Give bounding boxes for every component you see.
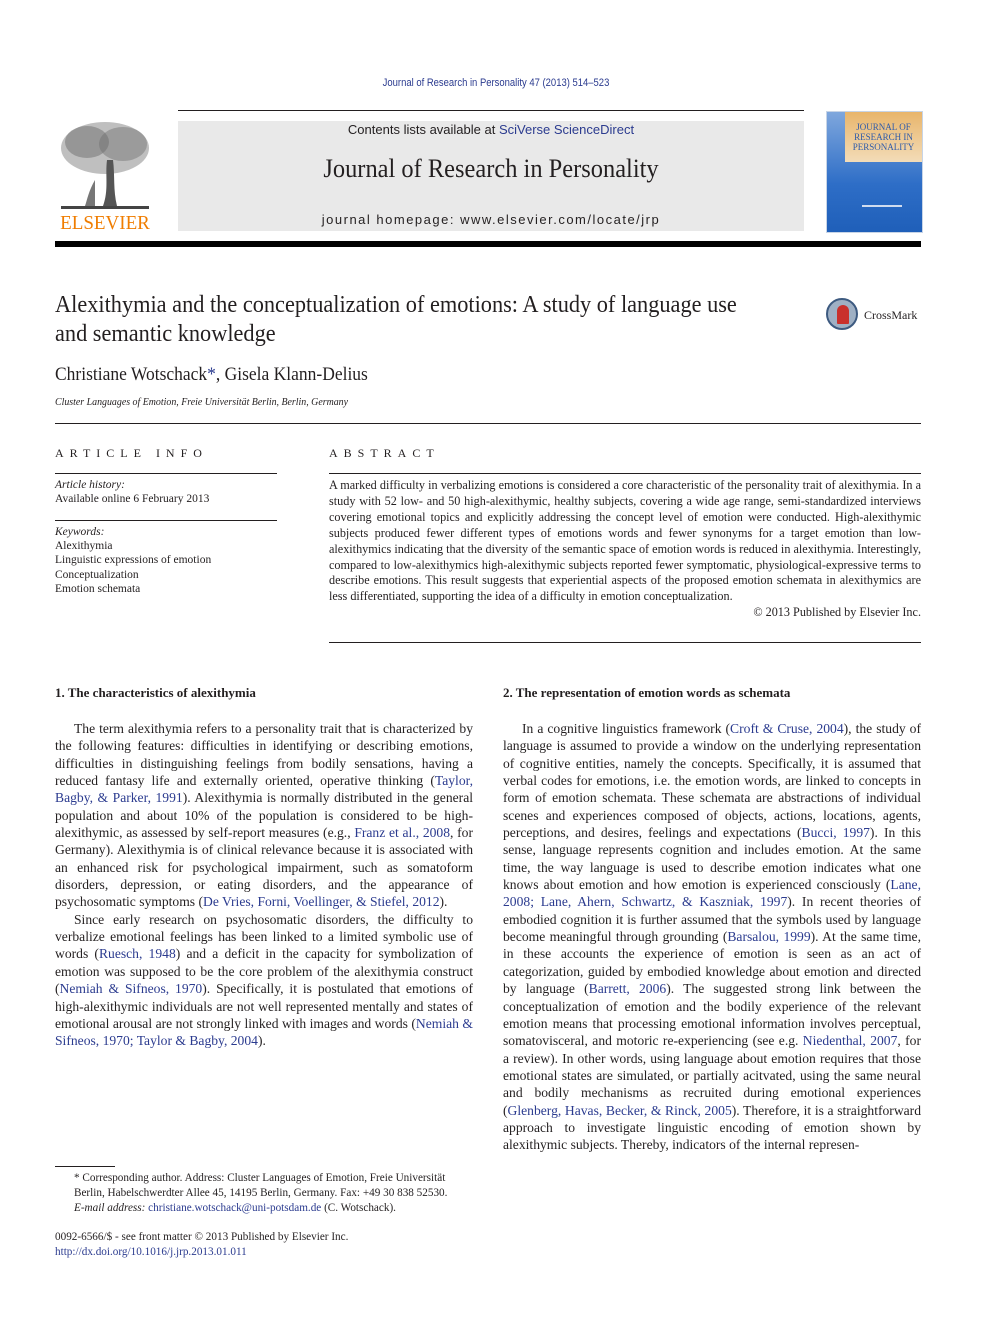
elsevier-tree-icon — [61, 122, 149, 209]
paragraph: The term alexithymia refers to a persona… — [55, 720, 473, 911]
citation-link[interactable]: Franz et al., 2008 — [354, 825, 450, 840]
divider — [55, 423, 921, 424]
divider — [329, 473, 921, 474]
elsevier-logo[interactable]: ELSEVIER — [55, 120, 155, 235]
divider — [329, 642, 921, 643]
crossmark-badge[interactable]: CrossMark — [826, 298, 926, 334]
journal-masthead: Contents lists available at SciVerse Sci… — [178, 121, 804, 231]
history-label: Article history: — [55, 479, 125, 491]
section-2-heading: 2. The representation of emotion words a… — [503, 685, 791, 700]
sciencedirect-link[interactable]: SciVerse ScienceDirect — [499, 122, 634, 137]
cover-publisher-mark — [862, 205, 902, 207]
column-right: In a cognitive linguistics framework (Cr… — [503, 720, 921, 1154]
journal-homepage[interactable]: journal homepage: www.elsevier.com/locat… — [178, 212, 804, 227]
email-link[interactable]: christiane.wotschack@uni-potsdam.de — [148, 1202, 321, 1214]
keywords: Keywords: Alexithymia Linguistic express… — [55, 525, 277, 596]
text-run: ). — [439, 894, 448, 910]
issn-line: 0092-6566/$ - see front matter © 2013 Pu… — [55, 1231, 349, 1243]
abstract-text: A marked difficulty in verbalizing emoti… — [329, 478, 921, 604]
citation-link[interactable]: De Vries, Forni, Voellinger, & Stiefel, … — [203, 894, 440, 909]
keyword: Emotion schemata — [55, 582, 141, 595]
author-name: Gisela Klann-Delius — [224, 364, 368, 385]
corresponding-author-mark[interactable]: * — [207, 364, 216, 385]
abstract-heading: ABSTRACT — [329, 446, 440, 460]
citation-link[interactable]: Barrett, 2006 — [589, 981, 667, 996]
citation-link[interactable]: Nemiah & Sifneos, 1970 — [60, 981, 203, 996]
masthead-rule — [55, 241, 921, 247]
paragraph: In a cognitive linguistics framework (Cr… — [503, 720, 921, 1154]
email-label: E-mail address: — [74, 1202, 149, 1214]
abstract-copyright: © 2013 Published by Elsevier Inc. — [753, 605, 921, 620]
citation-link[interactable]: Bucci, 1997 — [802, 825, 870, 840]
text-run: The term alexithymia refers to a persona… — [55, 721, 473, 789]
author-list: Christiane Wotschack*, Gisela Klann-Deli… — [55, 364, 368, 386]
paragraph: Since early research on psychosomatic di… — [55, 911, 473, 1050]
section-1-heading: 1. The characteristics of alexithymia — [55, 685, 256, 700]
history-value: Available online 6 February 2013 — [55, 493, 210, 506]
elsevier-wordmark: ELSEVIER — [60, 212, 150, 234]
divider — [55, 473, 277, 474]
footnote-rule — [55, 1166, 115, 1167]
text-run: In a cognitive linguistics framework ( — [522, 721, 731, 736]
footnote-body: Corresponding author. Address: Cluster L… — [74, 1172, 448, 1199]
divider — [55, 520, 277, 521]
contents-prefix: Contents lists available at — [347, 122, 499, 137]
cover-title: JOURNAL OF RESEARCH IN PERSONALITY — [852, 122, 915, 152]
keyword: Alexithymia — [55, 540, 113, 553]
journal-cover[interactable]: JOURNAL OF RESEARCH IN PERSONALITY — [826, 111, 923, 233]
journal-title: Journal of Research in Personality — [323, 154, 659, 183]
email-suffix: (C. Wotschack). — [321, 1202, 396, 1214]
citation-link[interactable]: Niedenthal, 2007 — [803, 1033, 898, 1048]
article-info-heading: ARTICLE INFO — [55, 446, 208, 460]
text-run: ). — [257, 1033, 266, 1049]
header-rule — [178, 110, 804, 111]
keywords-label: Keywords: — [55, 526, 105, 538]
footnote-email-line: E-mail address: christiane.wotschack@uni… — [55, 1201, 473, 1216]
citation-link[interactable]: Glenberg, Havas, Becker, & Rinck, 2005 — [508, 1103, 732, 1118]
citation-link[interactable]: Barsalou, 1999 — [727, 929, 810, 944]
footnote: * Corresponding author. Address: Cluster… — [55, 1171, 473, 1216]
abstract-body: A marked difficulty in verbalizing emoti… — [329, 478, 921, 621]
column-left: The term alexithymia refers to a persona… — [55, 720, 473, 1050]
article-history: Article history: Available online 6 Febr… — [55, 478, 277, 506]
crossmark-icon — [826, 298, 858, 330]
citation-link[interactable]: Croft & Cruse, 2004 — [730, 721, 844, 736]
keyword: Linguistic expressions of emotion — [55, 554, 212, 567]
contents-line: Contents lists available at SciVerse Sci… — [178, 122, 804, 137]
citation-link[interactable]: Ruesch, 1948 — [99, 946, 176, 961]
text-run: ), the study of language is assumed to p… — [503, 721, 922, 841]
article-title: Alexithymia and the conceptualization of… — [55, 292, 737, 347]
running-head[interactable]: Journal of Research in Personality 47 (2… — [69, 77, 922, 89]
front-matter: 0092-6566/$ - see front matter © 2013 Pu… — [55, 1230, 473, 1260]
crossmark-label: CrossMark — [864, 308, 918, 322]
author-name: Christiane Wotschack — [55, 364, 208, 385]
keyword: Conceptualization — [55, 568, 139, 581]
footnote-text: * Corresponding author. Address: Cluster… — [55, 1171, 473, 1201]
doi-link[interactable]: http://dx.doi.org/10.1016/j.jrp.2013.01.… — [55, 1245, 473, 1260]
affiliation: Cluster Languages of Emotion, Freie Univ… — [55, 396, 349, 408]
